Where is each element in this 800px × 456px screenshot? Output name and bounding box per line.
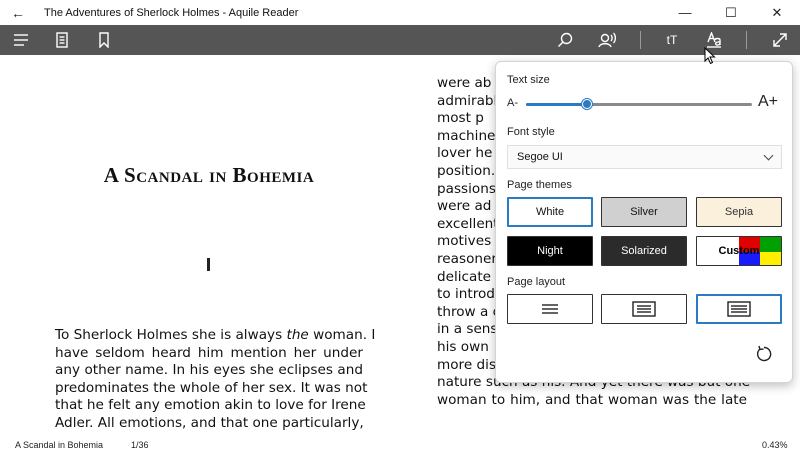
maximize-button[interactable]: ☐ bbox=[708, 0, 754, 25]
menu-icon[interactable] bbox=[6, 25, 36, 55]
text-line: predominates the whole of her sex. It wa… bbox=[55, 379, 368, 396]
mouse-cursor bbox=[704, 46, 716, 65]
font-style-dropdown[interactable]: Segoe UI bbox=[507, 145, 782, 169]
text-cursor bbox=[207, 258, 210, 271]
notes-icon[interactable] bbox=[47, 25, 77, 55]
single-column-icon bbox=[542, 304, 558, 314]
increase-size-label: A+ bbox=[758, 93, 779, 110]
toolbar-separator bbox=[640, 31, 641, 49]
theme-night-button[interactable]: Night bbox=[507, 236, 593, 266]
text-settings-panel: Text size A- A+ Font style Segoe UI Page… bbox=[495, 61, 793, 383]
reset-icon[interactable] bbox=[755, 345, 773, 363]
layout-narrow-button[interactable] bbox=[601, 294, 687, 324]
text-size-icon[interactable]: tT bbox=[657, 25, 687, 55]
slider-fill bbox=[526, 103, 588, 106]
theme-sepia-button[interactable]: Sepia bbox=[696, 197, 782, 227]
search-icon[interactable] bbox=[550, 25, 580, 55]
chapter-title: A Scandal in Bohemia bbox=[103, 163, 315, 187]
text-line: woman to him, and that woman was the lat… bbox=[437, 391, 747, 408]
layout-wide-button[interactable] bbox=[696, 294, 782, 324]
toolbar: tT bbox=[0, 25, 800, 55]
theme-label: Custom bbox=[718, 245, 760, 257]
text-size-label: Text size bbox=[507, 74, 550, 86]
status-page: 1/36 bbox=[131, 440, 149, 450]
chevron-down-icon bbox=[763, 150, 774, 161]
theme-label: Night bbox=[537, 245, 563, 257]
text-line: that he felt any emotion akin to love fo… bbox=[55, 397, 366, 414]
theme-label: Solarized bbox=[621, 245, 667, 257]
read-aloud-icon[interactable] bbox=[592, 25, 622, 55]
theme-solarized-button[interactable]: Solarized bbox=[601, 236, 687, 266]
swatch-yellow bbox=[760, 252, 781, 265]
left-page-text[interactable]: To Sherlock Holmes she is always the wom… bbox=[55, 327, 376, 433]
wide-layout-icon bbox=[727, 301, 751, 317]
toolbar-separator bbox=[746, 31, 747, 49]
font-style-value: Segoe UI bbox=[517, 151, 563, 163]
text-line: Adler. All emotions, and that one partic… bbox=[55, 414, 364, 431]
close-button[interactable]: ✕ bbox=[754, 0, 800, 25]
font-style-label: Font style bbox=[507, 126, 555, 138]
theme-custom-button[interactable]: Custom bbox=[696, 236, 782, 266]
theme-label: Silver bbox=[630, 206, 658, 218]
theme-white-button[interactable]: White bbox=[507, 197, 593, 227]
decrease-size-label: A- bbox=[507, 97, 518, 109]
page-themes-label: Page themes bbox=[507, 179, 572, 191]
theme-label: Sepia bbox=[724, 206, 754, 218]
text-line: To Sherlock Holmes she is always the wom… bbox=[55, 327, 376, 343]
theme-silver-button[interactable]: Silver bbox=[601, 197, 687, 227]
status-progress: 0.43% bbox=[762, 440, 788, 450]
text-line: any other name. In his eyes she eclipses… bbox=[55, 362, 363, 379]
slider-thumb[interactable] bbox=[582, 99, 593, 109]
text-line: have seldom heard him mention her under bbox=[55, 344, 363, 361]
title-bar: ← The Adventures of Sherlock Holmes - Aq… bbox=[0, 0, 800, 25]
back-button[interactable]: ← bbox=[0, 0, 36, 25]
bookmark-icon[interactable] bbox=[89, 25, 119, 55]
status-chapter: A Scandal in Bohemia bbox=[15, 440, 104, 450]
swatch-green bbox=[760, 237, 781, 252]
window-title: The Adventures of Sherlock Holmes - Aqui… bbox=[44, 6, 299, 19]
text-size-slider[interactable] bbox=[526, 99, 752, 109]
text-size-glyph: tT bbox=[666, 33, 678, 47]
minimize-button[interactable]: — bbox=[662, 0, 708, 25]
narrow-layout-icon bbox=[632, 301, 656, 317]
theme-label: White bbox=[535, 206, 565, 218]
fullscreen-icon[interactable] bbox=[765, 25, 795, 55]
page-layout-label: Page layout bbox=[507, 276, 566, 288]
layout-single-column-button[interactable] bbox=[507, 294, 593, 324]
